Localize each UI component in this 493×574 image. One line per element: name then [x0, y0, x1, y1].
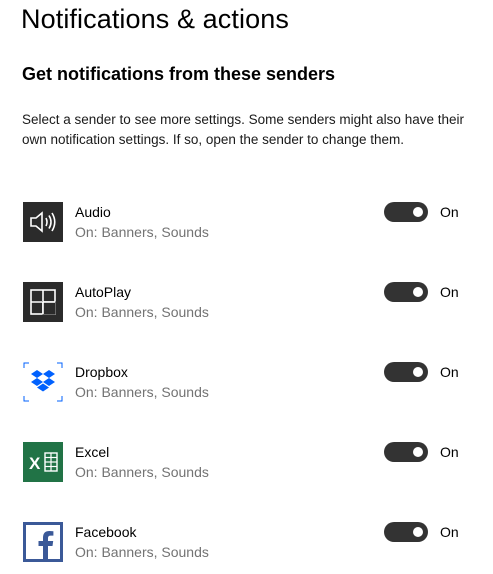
- autoplay-notifications-toggle[interactable]: [384, 282, 428, 302]
- sender-row-dropbox[interactable]: Dropbox On: Banners, Sounds On: [0, 360, 493, 404]
- section-title: Get notifications from these senders: [22, 64, 336, 84]
- sender-name: Facebook: [75, 524, 137, 540]
- toggle-state-label: On: [440, 284, 459, 300]
- sender-name: Dropbox: [75, 364, 128, 380]
- sender-name: AutoPlay: [75, 284, 132, 300]
- dropbox-notifications-toggle[interactable]: [384, 362, 428, 382]
- audio-notifications-toggle[interactable]: [384, 202, 428, 222]
- notifications-settings-page: Notifications & actions Get notification…: [0, 0, 493, 574]
- toggle-state-label: On: [440, 524, 459, 540]
- sender-name: Excel: [75, 444, 110, 460]
- sender-status: On: Banners, Sounds: [75, 464, 209, 480]
- toggle-state-label: On: [440, 364, 459, 380]
- page-title: Notifications & actions: [21, 4, 289, 34]
- sender-row-facebook[interactable]: Facebook On: Banners, Sounds On: [0, 520, 493, 564]
- svg-text:X: X: [29, 454, 41, 473]
- autoplay-icon: [23, 282, 63, 322]
- excel-notifications-toggle[interactable]: [384, 442, 428, 462]
- toggle-state-label: On: [440, 204, 459, 220]
- sender-status: On: Banners, Sounds: [75, 224, 209, 240]
- toggle-knob: [413, 447, 423, 457]
- toggle-knob: [413, 527, 423, 537]
- toggle-knob: [413, 287, 423, 297]
- sender-row-audio[interactable]: Audio On: Banners, Sounds On: [0, 200, 493, 244]
- sender-status: On: Banners, Sounds: [75, 544, 209, 560]
- sender-status: On: Banners, Sounds: [75, 304, 209, 320]
- sender-row-excel[interactable]: X Excel On: Banners, Sounds On: [0, 440, 493, 484]
- toggle-knob: [413, 207, 423, 217]
- sender-status: On: Banners, Sounds: [75, 384, 209, 400]
- facebook-notifications-toggle[interactable]: [384, 522, 428, 542]
- sender-row-autoplay[interactable]: AutoPlay On: Banners, Sounds On: [0, 280, 493, 324]
- toggle-state-label: On: [440, 444, 459, 460]
- sender-name: Audio: [75, 204, 111, 220]
- excel-icon: X: [23, 442, 63, 482]
- dropbox-icon: [23, 362, 63, 402]
- speaker-icon: [23, 202, 63, 242]
- facebook-icon: [23, 522, 63, 562]
- toggle-knob: [413, 367, 423, 377]
- senders-description: Select a sender to see more settings. So…: [22, 112, 464, 147]
